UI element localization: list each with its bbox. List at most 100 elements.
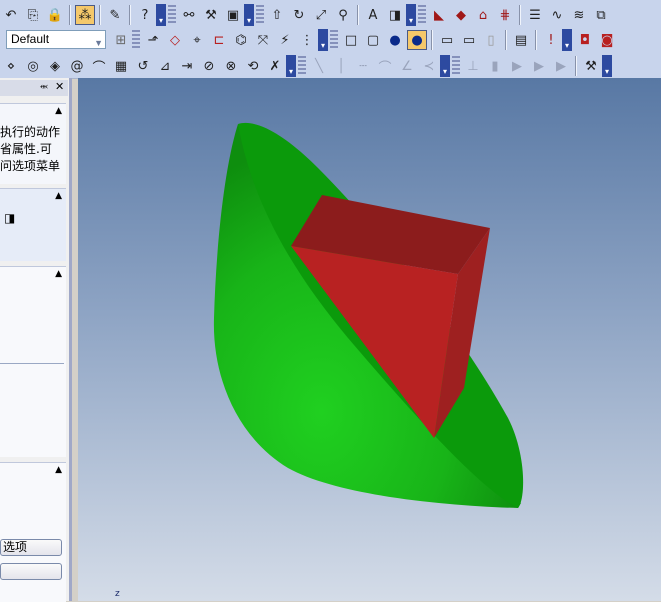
secondary-button[interactable]: [0, 563, 62, 580]
separator: [505, 30, 507, 50]
pin-icon[interactable]: ⌖: [187, 30, 207, 50]
surface-icon[interactable]: ◈: [45, 56, 65, 76]
snap3-icon[interactable]: ▶: [507, 56, 527, 76]
array-icon[interactable]: ⋮: [297, 30, 317, 50]
warning-icon[interactable]: !: [541, 30, 561, 50]
divider: [0, 363, 64, 364]
3d-viewport[interactable]: z: [78, 78, 661, 601]
dropdown-arrow[interactable]: ▾: [244, 4, 254, 26]
scene-svg: z: [115, 122, 524, 599]
close-icon[interactable]: ✕: [55, 80, 64, 93]
copy-icon[interactable]: ⎘: [23, 5, 43, 25]
dropdown-arrow[interactable]: ▾: [156, 4, 166, 26]
angle-icon[interactable]: ∠: [397, 56, 417, 76]
mirror-icon[interactable]: ⇥: [177, 56, 197, 76]
toolbar-grip[interactable]: [330, 30, 338, 50]
collapse-icon[interactable]: ▲: [55, 106, 62, 116]
light-icon[interactable]: ◨: [385, 5, 405, 25]
hierarchy-icon[interactable]: ⊞: [111, 30, 131, 50]
binoculars-icon[interactable]: ⚯: [179, 5, 199, 25]
curve-icon[interactable]: ≋: [569, 5, 589, 25]
toolbar-grip[interactable]: [418, 5, 426, 25]
fold-icon[interactable]: ⊘: [199, 56, 219, 76]
dropdown-arrow[interactable]: ▾: [406, 4, 416, 26]
split-icon[interactable]: ⊗: [221, 56, 241, 76]
house-icon[interactable]: ⌂: [473, 5, 493, 25]
material-icon[interactable]: ◣: [429, 5, 449, 25]
pin-icon[interactable]: ⬺: [40, 81, 48, 92]
light-tool-icon[interactable]: ◨: [4, 211, 15, 225]
style-combo[interactable]: Default ▼: [6, 30, 106, 49]
swirl-icon[interactable]: @: [67, 56, 87, 76]
toolbar-grip[interactable]: [168, 5, 176, 25]
arrow-up-icon[interactable]: ⬏: [143, 30, 163, 50]
undo-icon[interactable]: ↶: [1, 5, 21, 25]
rotate-curve-icon[interactable]: ↺: [133, 56, 153, 76]
dropdown-arrow[interactable]: ▾: [318, 29, 328, 51]
link-icon[interactable]: ⚲: [333, 5, 353, 25]
render-region-icon[interactable]: ◙: [597, 30, 617, 50]
ladder-icon[interactable]: ⋕: [495, 5, 515, 25]
toolbar-grip[interactable]: [132, 30, 140, 50]
sketch-icon[interactable]: ⋄: [1, 56, 21, 76]
window-icon[interactable]: ▤: [511, 30, 531, 50]
rotate-icon[interactable]: ↻: [289, 5, 309, 25]
move-icon[interactable]: ⇧: [267, 5, 287, 25]
hammer-icon[interactable]: ⚒: [581, 56, 601, 76]
options-button[interactable]: 选项: [0, 539, 62, 556]
render-icon[interactable]: ◘: [575, 30, 595, 50]
sphere-shaded-icon[interactable]: ●: [407, 30, 427, 50]
lock-icon[interactable]: 🔒: [45, 5, 65, 25]
text-icon[interactable]: A: [363, 5, 383, 25]
shade-icon[interactable]: ◆: [451, 5, 471, 25]
description-section: ▲ 执行的动作 省属性.可 问选项菜单: [0, 103, 66, 184]
cylinder-icon[interactable]: ▯: [481, 30, 501, 50]
description-line-2: 省属性.可: [0, 142, 52, 156]
snap4-icon[interactable]: ▶: [529, 56, 549, 76]
dash-icon[interactable]: ┄: [353, 56, 373, 76]
dropdown-arrow[interactable]: ▾: [562, 29, 572, 51]
select-box-icon[interactable]: ▦: [111, 56, 131, 76]
angle2-icon[interactable]: ≺: [419, 56, 439, 76]
wand-icon[interactable]: ⚡: [275, 30, 295, 50]
copy-mirror-icon[interactable]: ⧉: [591, 5, 611, 25]
curve2-icon[interactable]: ⌒: [375, 56, 395, 76]
collapse-icon[interactable]: ▲: [55, 269, 62, 279]
frame-icon[interactable]: ⊏: [209, 30, 229, 50]
spline-icon[interactable]: ∿: [547, 5, 567, 25]
tools-icon[interactable]: ⚒: [201, 5, 221, 25]
snap-icon[interactable]: ⊥: [463, 56, 483, 76]
vline-icon[interactable]: │: [331, 56, 351, 76]
help-icon[interactable]: ?: [135, 5, 155, 25]
stack-icon[interactable]: ☰: [525, 5, 545, 25]
twist-icon[interactable]: ⟲: [243, 56, 263, 76]
cube-icon[interactable]: □: [341, 30, 361, 50]
line-icon[interactable]: ╲: [309, 56, 329, 76]
dropdown-arrow[interactable]: ▾: [440, 55, 450, 77]
slope-icon[interactable]: ⊿: [155, 56, 175, 76]
dropdown-arrow[interactable]: ▾: [286, 55, 296, 77]
select-objects-icon[interactable]: ⁂: [75, 5, 95, 25]
box-icon[interactable]: ▣: [223, 5, 243, 25]
transform-icon[interactable]: ⤧: [253, 30, 273, 50]
bend-icon[interactable]: ⌬: [231, 30, 251, 50]
arc-icon[interactable]: ⌒: [89, 56, 109, 76]
pen-icon[interactable]: ✎: [105, 5, 125, 25]
toolbar-grip[interactable]: [452, 56, 460, 76]
collapse-icon[interactable]: ▲: [55, 465, 62, 475]
collapse-icon[interactable]: ▲: [55, 191, 62, 201]
sphere-icon[interactable]: ●: [385, 30, 405, 50]
toolbar-grip[interactable]: [256, 5, 264, 25]
dropdown-arrow[interactable]: ▾: [602, 55, 612, 77]
box-view2-icon[interactable]: ▭: [459, 30, 479, 50]
shape-icon[interactable]: ◇: [165, 30, 185, 50]
box-view-icon[interactable]: ▭: [437, 30, 457, 50]
scale-icon[interactable]: ⤢: [311, 5, 331, 25]
snap5-icon[interactable]: ▶: [551, 56, 571, 76]
cube-solid-icon[interactable]: ▢: [363, 30, 383, 50]
toolbar-grip[interactable]: [298, 56, 306, 76]
chevron-down-icon[interactable]: ▼: [94, 35, 103, 52]
snap2-icon[interactable]: ▮: [485, 56, 505, 76]
loop-icon[interactable]: ◎: [23, 56, 43, 76]
tools-x-icon[interactable]: ✗: [265, 56, 285, 76]
